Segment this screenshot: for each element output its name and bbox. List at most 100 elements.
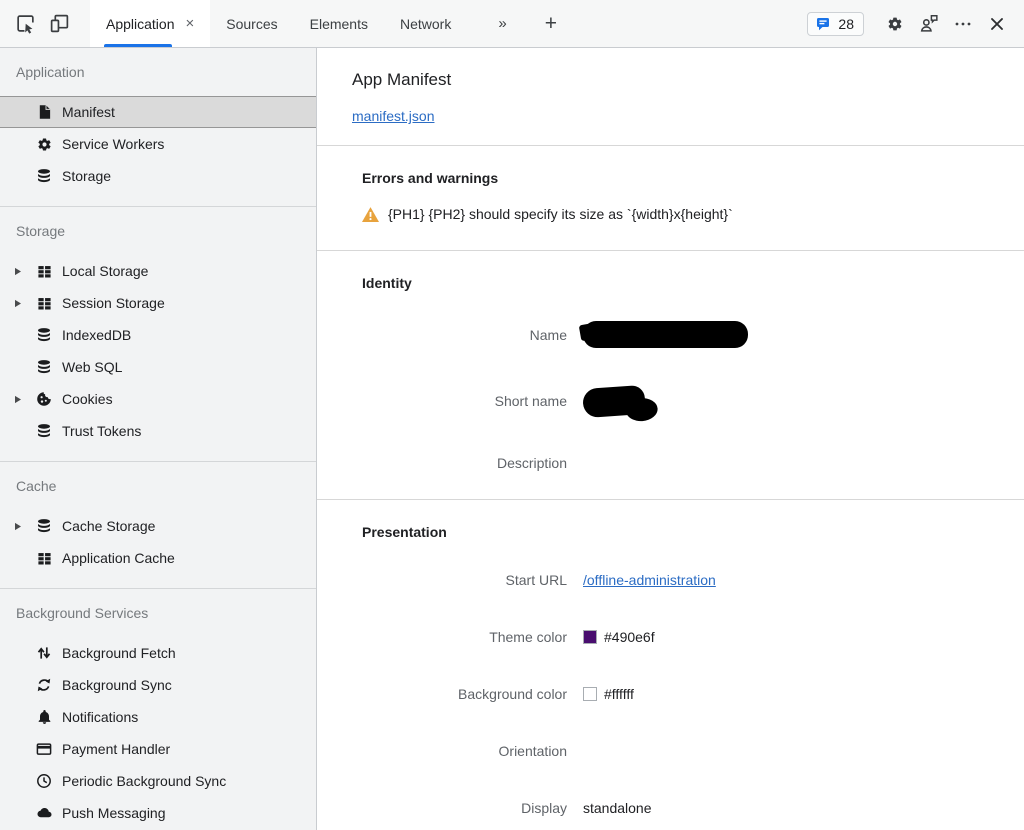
sidebar-item-background-sync[interactable]: Background Sync (0, 669, 316, 701)
table-icon (35, 294, 53, 312)
sidebar-item-label: Application Cache (62, 550, 175, 566)
sidebar-item-background-fetch[interactable]: Background Fetch (0, 637, 316, 669)
sidebar-item-service-workers[interactable]: Service Workers (0, 128, 316, 160)
close-icon[interactable] (980, 15, 1014, 33)
sidebar-item-local-storage[interactable]: Local Storage (0, 255, 316, 287)
document-icon (35, 103, 53, 121)
sidebar-item-application-cache[interactable]: Application Cache (0, 542, 316, 574)
devtools-toolbar: Application × Sources Elements Network »… (0, 0, 1024, 48)
manifest-json-link[interactable]: manifest.json (352, 108, 434, 124)
sidebar-item-manifest[interactable]: Manifest (0, 96, 316, 128)
tab-close-icon[interactable]: × (186, 16, 195, 31)
section-title: Cache (0, 462, 316, 510)
start-url-link[interactable]: /offline-administration (583, 572, 716, 588)
three-dots-icon[interactable] (946, 14, 980, 34)
clock-icon (35, 772, 53, 790)
field-row-short-name: Short name (317, 385, 1024, 416)
warning-row: {PH1} {PH2} should specify its size as `… (362, 206, 1024, 222)
devtools-window: Application × Sources Elements Network »… (0, 0, 1024, 830)
section-title: Application (0, 48, 316, 96)
database-icon (35, 167, 53, 185)
chevron-right-icon[interactable] (14, 299, 35, 308)
identity-section: Identity Name Short name Description (317, 250, 1024, 499)
gear-icon (35, 135, 53, 153)
table-icon (35, 549, 53, 567)
sidebar-item-cookies[interactable]: Cookies (0, 383, 316, 415)
field-label: Short name (317, 393, 567, 409)
tab-network-label: Network (400, 16, 451, 32)
sidebar-item-label: Payment Handler (62, 741, 170, 757)
active-tab-underline (104, 44, 172, 47)
sidebar-item-label: Manifest (62, 104, 115, 120)
sidebar-item-label: Trust Tokens (62, 423, 141, 439)
tab-network[interactable]: Network (384, 0, 467, 47)
sidebar-item-label: Storage (62, 168, 111, 184)
sidebar-item-label: Notifications (62, 709, 138, 725)
issues-count: 28 (838, 16, 854, 32)
inspect-cursor-icon[interactable] (8, 0, 42, 47)
sidebar-item-trust-tokens[interactable]: Trust Tokens (0, 415, 316, 447)
person-chat-icon[interactable] (912, 13, 946, 34)
bell-icon (35, 708, 53, 726)
chevron-right-icon[interactable] (14, 395, 35, 404)
manifest-report: App Manifest manifest.json Errors and wa… (317, 48, 1024, 830)
credit-card-icon (35, 740, 53, 758)
field-row-start-url: Start URL /offline-administration (317, 570, 1024, 590)
field-row-orientation: Orientation (317, 741, 1024, 761)
theme-color-swatch (583, 630, 597, 644)
sidebar-item-indexeddb[interactable]: IndexedDB (0, 319, 316, 351)
theme-color-value: #490e6f (604, 629, 655, 645)
toolbar-right-group: 28 (807, 0, 1024, 47)
field-label: Description (317, 455, 567, 471)
sidebar-item-periodic-background-sync[interactable]: Periodic Background Sync (0, 765, 316, 797)
field-label: Orientation (317, 743, 567, 759)
sidebar-item-push-messaging[interactable]: Push Messaging (0, 797, 316, 829)
table-icon (35, 262, 53, 280)
database-icon (35, 517, 53, 535)
sidebar-item-cache-storage[interactable]: Cache Storage (0, 510, 316, 542)
field-label: Display (317, 800, 567, 816)
up-down-arrows-icon (35, 644, 53, 662)
section-heading: Presentation (362, 524, 1024, 540)
field-value: /offline-administration (583, 572, 716, 588)
chevron-right-icon[interactable] (14, 522, 35, 531)
sidebar-section-background-services: Background Services Background Fetch (0, 589, 316, 830)
section-title: Storage (0, 207, 316, 255)
section-heading: Errors and warnings (362, 170, 1024, 186)
tab-elements[interactable]: Elements (294, 0, 384, 47)
sidebar-item-web-sql[interactable]: Web SQL (0, 351, 316, 383)
redaction-scribble (582, 385, 646, 418)
field-value: #490e6f (583, 629, 655, 645)
cookie-icon (35, 390, 53, 408)
device-toolbar-icon[interactable] (42, 0, 76, 47)
new-tab-button[interactable]: + (530, 0, 572, 47)
cloud-icon (35, 804, 53, 822)
errors-and-warnings-section: Errors and warnings {PH1} {PH2} should s… (317, 145, 1024, 250)
sidebar-section-cache: Cache Cache Storage (0, 462, 316, 589)
tab-sources[interactable]: Sources (210, 0, 293, 47)
database-icon (35, 358, 53, 376)
sidebar-item-label: Push Messaging (62, 805, 166, 821)
sidebar-item-label: Background Sync (62, 677, 172, 693)
chevron-right-icon[interactable] (14, 267, 35, 276)
section-title: Background Services (0, 589, 316, 637)
sidebar-item-storage-app[interactable]: Storage (0, 160, 316, 192)
sidebar-item-session-storage[interactable]: Session Storage (0, 287, 316, 319)
field-value: #ffffff (583, 686, 634, 702)
toolbar-spacer (572, 0, 807, 47)
tab-application[interactable]: Application × (90, 0, 210, 47)
background-color-value: #ffffff (604, 686, 634, 702)
sidebar-item-notifications[interactable]: Notifications (0, 701, 316, 733)
more-tabs-button[interactable]: » (483, 0, 519, 47)
presentation-section: Presentation Start URL /offline-administ… (317, 499, 1024, 830)
application-sidebar: Application Manifest (0, 48, 317, 830)
issues-counter-badge[interactable]: 28 (807, 12, 864, 36)
devtools-body: Application Manifest (0, 48, 1024, 830)
field-label: Name (317, 327, 567, 343)
field-label: Background color (317, 686, 567, 702)
gear-icon[interactable] (878, 15, 912, 33)
toolbar-left-group (0, 0, 76, 47)
field-row-background-color: Background color #ffffff (317, 684, 1024, 704)
sidebar-item-payment-handler[interactable]: Payment Handler (0, 733, 316, 765)
sidebar-item-label: Web SQL (62, 359, 122, 375)
